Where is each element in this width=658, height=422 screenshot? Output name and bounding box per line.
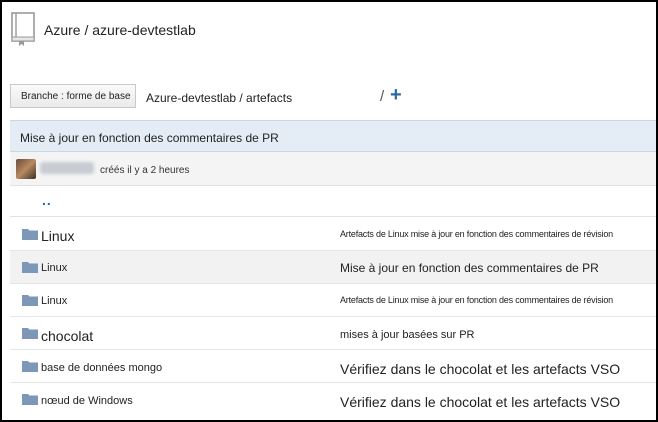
list-item[interactable]: nœud de Windows Vérifiez dans le chocola… [10, 383, 656, 416]
path-toolbar: Branche : forme de base Azure-devtestlab… [2, 84, 656, 114]
folder-icon [22, 328, 38, 339]
list-item[interactable]: base de données mongo Vérifiez dans le c… [10, 350, 656, 383]
repo-title[interactable]: Azure / azure-devtestlab [44, 22, 196, 38]
repository-browser: Azure / azure-devtestlab Branche : forme… [0, 0, 658, 422]
list-item[interactable]: Linux Mise à jour en fonction des commen… [10, 251, 656, 284]
repo-header: Azure / azure-devtestlab [2, 2, 656, 64]
list-item[interactable]: Linux Artefacts de Linux mise à jour en … [10, 284, 656, 317]
list-item[interactable]: Linux Artefacts de Linux mise à jour en … [10, 218, 656, 251]
folder-icon [22, 394, 38, 405]
branch-selector-button[interactable]: Branche : forme de base [10, 84, 136, 108]
folder-name[interactable]: Linux [41, 262, 67, 274]
folder-icon [22, 229, 38, 240]
latest-commit-bar: Mise à jour en fonction des commentaires… [10, 120, 656, 152]
plus-icon[interactable]: + [390, 85, 406, 105]
commit-time: créés il y a 2 heures [100, 165, 190, 176]
path-separator: / [380, 88, 385, 105]
folder-icon [22, 262, 38, 273]
folder-name[interactable]: Linux [41, 228, 74, 244]
commit-message[interactable]: Vérifiez dans le chocolat et les artefac… [340, 361, 620, 377]
list-item[interactable]: chocolat mises à jour basées sur PR [10, 317, 656, 350]
commit-message[interactable]: Mise à jour en fonction des commentaires… [340, 261, 599, 275]
folder-icon [22, 361, 38, 372]
commit-message[interactable]: Artefacts de Linux mise à jour en foncti… [340, 295, 613, 305]
avatar [16, 159, 36, 179]
parent-directory-row: .. [10, 186, 656, 217]
breadcrumb-path[interactable]: Azure-devtestlab / artefacts [146, 91, 292, 105]
author-name-blurred [40, 162, 94, 174]
parent-directory-link[interactable]: .. [42, 192, 52, 208]
commit-author-row: créés il y a 2 heures [10, 152, 656, 186]
folder-name[interactable]: chocolat [41, 328, 93, 344]
commit-message[interactable]: mises à jour basées sur PR [340, 329, 475, 341]
folder-name[interactable]: Linux [41, 295, 67, 307]
repo-book-icon [11, 12, 35, 46]
commit-message[interactable]: Artefacts de Linux mise à jour en foncti… [340, 229, 613, 239]
folder-icon [22, 295, 38, 306]
commit-message[interactable]: Mise à jour en fonction des commentaires… [20, 131, 279, 145]
folder-name[interactable]: nœud de Windows [41, 395, 133, 407]
commit-message[interactable]: Vérifiez dans le chocolat et les artefac… [340, 394, 620, 410]
folder-name[interactable]: base de données mongo [41, 362, 162, 374]
